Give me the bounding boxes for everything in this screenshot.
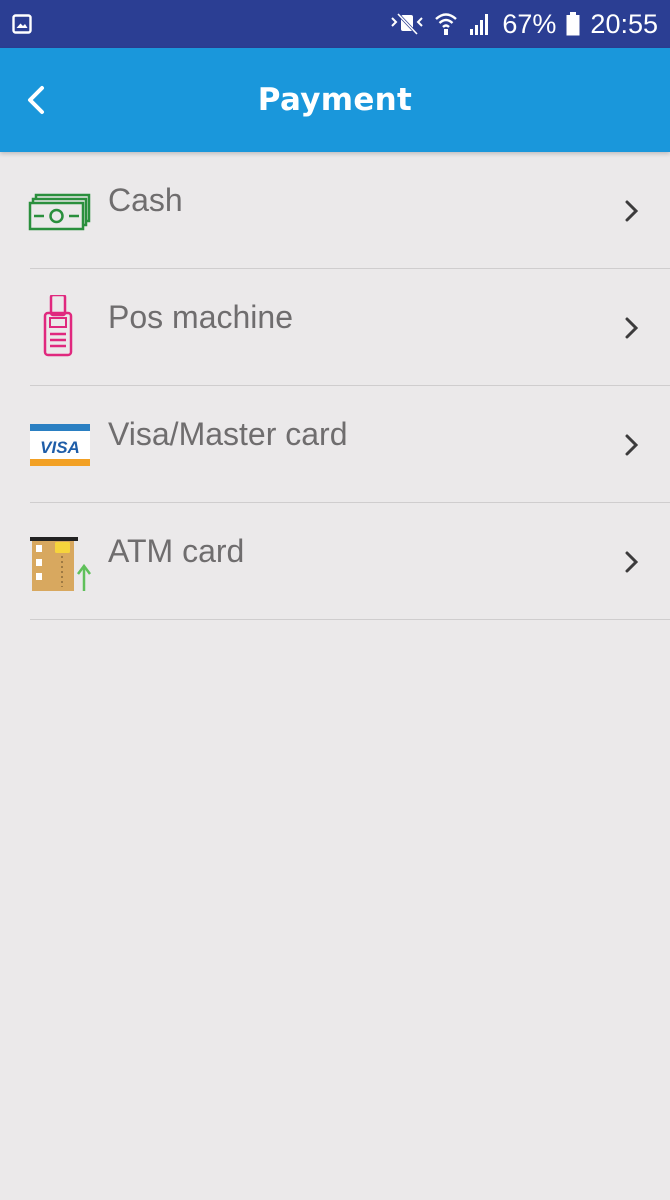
payment-option-visa-master-card[interactable]: VISA Visa/Master card <box>0 386 670 503</box>
chevron-right-icon <box>625 317 639 339</box>
gallery-icon <box>12 14 32 34</box>
battery-icon <box>566 12 580 36</box>
clock: 20:55 <box>590 8 658 39</box>
cash-icon <box>28 193 91 231</box>
back-button[interactable] <box>16 78 56 122</box>
battery-percent: 67% <box>502 8 557 39</box>
payment-option-label: Cash <box>108 182 183 218</box>
payment-method-list: Cash Pos machine VISA Visa/Master card A… <box>0 152 670 620</box>
payment-option-cash[interactable]: Cash <box>0 152 670 269</box>
chevron-left-icon <box>28 86 44 114</box>
chevron-right-icon <box>625 200 639 222</box>
visa-card-icon: VISA <box>30 424 90 466</box>
payment-option-label: Pos machine <box>108 299 293 335</box>
payment-option-label: ATM card <box>108 533 245 569</box>
signal-icon <box>470 14 489 35</box>
wifi-icon <box>435 13 458 35</box>
chevron-right-icon <box>625 434 639 456</box>
mute-icon <box>391 12 424 36</box>
divider <box>30 619 670 620</box>
payment-option-pos-machine[interactable]: Pos machine <box>0 269 670 386</box>
svg-text:VISA: VISA <box>40 438 80 457</box>
app-bar: Payment <box>0 48 670 152</box>
status-bar: 67% 20:55 <box>0 0 670 48</box>
pos-machine-icon <box>43 295 73 357</box>
payment-option-label: Visa/Master card <box>108 416 348 452</box>
payment-option-atm-card[interactable]: ATM card <box>0 503 670 620</box>
chevron-right-icon <box>625 551 639 573</box>
page-title: Payment <box>257 82 413 118</box>
status-indicators: 67% 20:55 <box>390 0 658 48</box>
atm-card-icon <box>30 537 91 591</box>
